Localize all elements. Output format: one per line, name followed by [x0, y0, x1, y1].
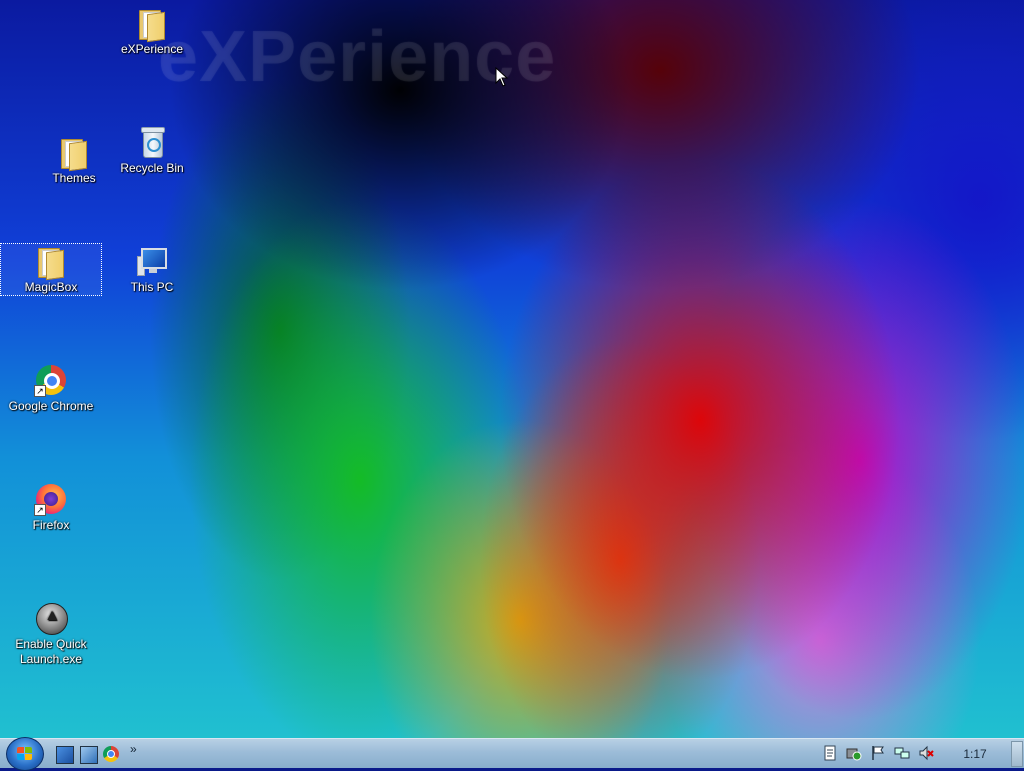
chrome-icon[interactable]	[103, 746, 119, 762]
desktop-icon-magicbox[interactable]: MagicBox	[0, 243, 102, 296]
document-icon[interactable]	[822, 745, 838, 761]
folder-icon	[135, 6, 169, 43]
desktop-icon-recycle-bin[interactable]: Recycle Bin	[102, 125, 202, 176]
desktop-icon-label: Firefox	[32, 518, 70, 532]
security-shield-icon[interactable]	[846, 745, 862, 761]
recycle-bin-icon	[135, 125, 169, 159]
folder-icon	[34, 244, 68, 281]
firefox-icon: ↗	[34, 482, 68, 516]
network-icon[interactable]	[894, 745, 910, 761]
computer-icon	[135, 244, 169, 278]
desktop-icon-enable-quick-launch[interactable]: Enable Quick Launch.exe	[1, 601, 101, 667]
taskbar: » 1:17	[0, 737, 1024, 771]
desktop-icon-firefox[interactable]: ↗ Firefox	[1, 482, 101, 533]
desktop-icon-label: eXPerience	[120, 42, 184, 56]
taskbar-clock[interactable]: 1:17	[950, 747, 1000, 761]
start-button[interactable]	[6, 737, 44, 771]
shortcut-arrow-icon: ↗	[34, 504, 46, 516]
desktop-icon-google-chrome[interactable]: ↗ Google Chrome	[1, 363, 101, 414]
action-center-flag-icon[interactable]	[870, 745, 886, 761]
show-desktop-button[interactable]	[1011, 741, 1023, 767]
desktop-icon-label: MagicBox	[24, 280, 78, 294]
desktop-wallpaper: eXPerience	[0, 0, 1024, 738]
folder-icon	[57, 135, 91, 172]
desktop-icon-label: This PC	[130, 280, 174, 294]
quick-launch-app-icon	[34, 601, 68, 635]
desktop-icon-label: Google Chrome	[8, 399, 94, 413]
chrome-icon: ↗	[34, 363, 68, 397]
show-desktop-icon[interactable]	[56, 746, 74, 764]
quick-launch-overflow-button[interactable]: »	[130, 742, 137, 756]
switch-windows-icon[interactable]	[80, 746, 98, 764]
windows-start-orb-icon	[17, 747, 33, 761]
desktop-icon-label: Recycle Bin	[120, 161, 184, 175]
desktop-icon-experience[interactable]: eXPerience	[102, 6, 202, 57]
desktop-icon-label: Enable Quick Launch.exe	[15, 637, 87, 666]
desktop-icon-this-pc[interactable]: This PC	[102, 244, 202, 295]
shortcut-arrow-icon: ↗	[34, 385, 46, 397]
volume-muted-icon[interactable]	[918, 745, 934, 761]
